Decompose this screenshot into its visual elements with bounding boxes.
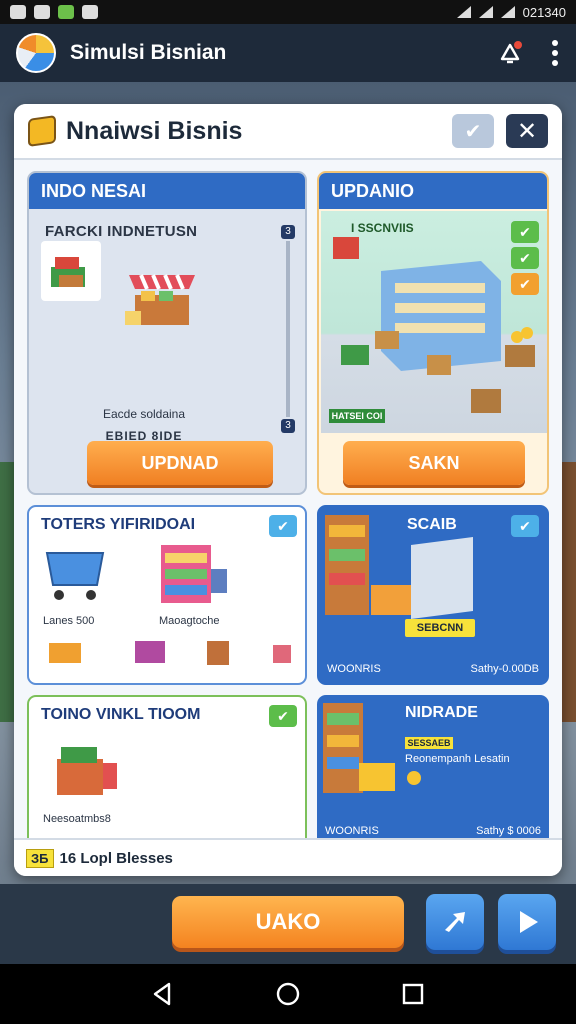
notification-icon xyxy=(34,5,50,19)
card-title: TOTERS YIFIRIDOAI xyxy=(41,516,196,533)
bell-alert-icon[interactable] xyxy=(496,39,524,67)
check-icon[interactable]: ✔ xyxy=(269,705,297,727)
footer-label: WOONRIS xyxy=(325,825,379,837)
card-title: INDO NESAI xyxy=(29,173,305,209)
app-bar: Simulsi Bisnian xyxy=(0,24,576,82)
dialog-title: Nnaiwsi Bisnis xyxy=(66,116,243,145)
shelf-cart-icon xyxy=(323,703,395,793)
product-icons xyxy=(49,641,291,665)
status-indicators: 021340 xyxy=(456,4,566,20)
item-label: Neesoatmbs8 xyxy=(43,813,111,825)
card-description: Reonempanh Lesatin xyxy=(405,753,510,765)
scroll-track[interactable] xyxy=(286,241,290,417)
card-footer: WOONRIS Sathy-0.00DB xyxy=(327,663,539,675)
check-icon[interactable]: ✔ xyxy=(511,515,539,537)
scene-tag: HATSEI COI xyxy=(329,409,385,423)
play-button[interactable] xyxy=(498,894,556,950)
check-icon[interactable]: ✔ xyxy=(511,221,539,243)
home-icon[interactable] xyxy=(274,980,302,1008)
item-label: Lanes 500 xyxy=(43,615,95,627)
signal-icon xyxy=(456,6,471,18)
card-subtitle: FARCKI INDNETUSN xyxy=(45,223,198,240)
confirm-button[interactable]: ✔ xyxy=(452,114,494,148)
save-button[interactable]: SAKN xyxy=(343,441,525,485)
box-icon xyxy=(28,115,56,147)
check-icon[interactable]: ✔ xyxy=(269,515,297,537)
notification-icon xyxy=(58,5,74,19)
alert-dot xyxy=(514,41,522,49)
item-label: Maoagtoche xyxy=(159,615,220,627)
cart-icon xyxy=(45,552,105,600)
market-stall-icon xyxy=(125,274,195,325)
check-icon[interactable]: ✔ xyxy=(511,273,539,295)
check-icon[interactable]: ✔ xyxy=(511,247,539,269)
card-update[interactable]: UPDANIO I SSCNVIIS ✔ ✔ ✔ HATSEI COI SAKN xyxy=(317,171,549,495)
shelf-icon xyxy=(161,545,227,603)
upgrade-tag: SESSAEB xyxy=(405,737,453,749)
main-action-button[interactable]: UAKO xyxy=(172,896,404,948)
recent-apps-icon[interactable] xyxy=(399,980,427,1008)
check-icon: ✔ xyxy=(464,120,482,143)
scroll-indicator-bottom: 3 xyxy=(281,419,295,433)
card-footer: WOONRIS Sathy $ 0006 xyxy=(325,825,541,837)
card-subtitle: I SSCNVIIS xyxy=(351,221,414,235)
cube-logo-icon xyxy=(16,33,56,73)
card-upgrade[interactable]: NIDRADE SESSAEB Reonempanh Lesatin WOONR… xyxy=(317,695,549,843)
notification-icon xyxy=(10,5,26,19)
share-button[interactable] xyxy=(426,894,484,950)
scrollbar[interactable]: 3 3 xyxy=(281,225,295,433)
card-title: UPDANIO xyxy=(319,173,547,209)
coin-icon xyxy=(407,771,421,785)
card-description: Eacde soldaina xyxy=(102,407,186,421)
signal-icon xyxy=(478,6,493,18)
notification-icon xyxy=(82,5,98,19)
card-title: TOINO VINKL TIOOM xyxy=(41,706,201,723)
app-title: Simulsi Bisnian xyxy=(70,41,227,64)
status-time: 021340 xyxy=(522,4,566,20)
dialog-footer: ЗБ 16 Lopl Blesses xyxy=(14,838,562,876)
back-icon[interactable] xyxy=(149,980,177,1008)
dialog-header: Nnaiwsi Bisnis ✔ ✕ xyxy=(14,104,562,160)
bottom-action-bar: UAKO xyxy=(0,884,576,964)
footer-value: Sathy-0.00DB xyxy=(470,663,539,675)
status-notifications xyxy=(10,5,98,19)
business-dialog: Nnaiwsi Bisnis ✔ ✕ INDO NESAI FARCKI IND… xyxy=(14,104,562,876)
warehouse-scene xyxy=(321,211,547,433)
store-shelves-icon xyxy=(325,515,473,619)
close-icon: ✕ xyxy=(516,117,538,145)
card-scale[interactable]: SCAIB ✔ SEBCNN WOONRIS Sathy-0.00DB xyxy=(317,505,549,685)
upload-button[interactable]: UPDNAD xyxy=(87,441,273,485)
footer-text: 16 Lopl Blesses xyxy=(59,849,173,867)
system-navigation-bar xyxy=(0,964,576,1024)
close-button[interactable]: ✕ xyxy=(506,114,548,148)
play-icon xyxy=(520,911,538,933)
crate-icon xyxy=(57,747,117,795)
scroll-indicator-top: 3 xyxy=(281,225,295,239)
card-stores[interactable]: TOTERS YIFIRIDOAI ✔ Lanes 500 Maoagtoche xyxy=(27,505,307,685)
scale-tag: SEBCNN xyxy=(405,619,475,637)
footer-badge: ЗБ xyxy=(26,848,54,868)
signal-icon xyxy=(500,6,515,18)
card-tools[interactable]: TOINO VINKL TIOOM ✔ Neesoatmbs8 xyxy=(27,695,307,843)
footer-value: Sathy $ 0006 xyxy=(476,825,541,837)
share-arrow-icon xyxy=(445,912,465,932)
cash-register-thumbnail xyxy=(41,241,101,301)
more-vert-icon[interactable] xyxy=(550,40,560,66)
card-indonesia[interactable]: INDO NESAI FARCKI INDNETUSN 3 3 Eacde so… xyxy=(27,171,307,495)
status-bar: 021340 xyxy=(0,0,576,24)
footer-label: WOONRIS xyxy=(327,663,381,675)
